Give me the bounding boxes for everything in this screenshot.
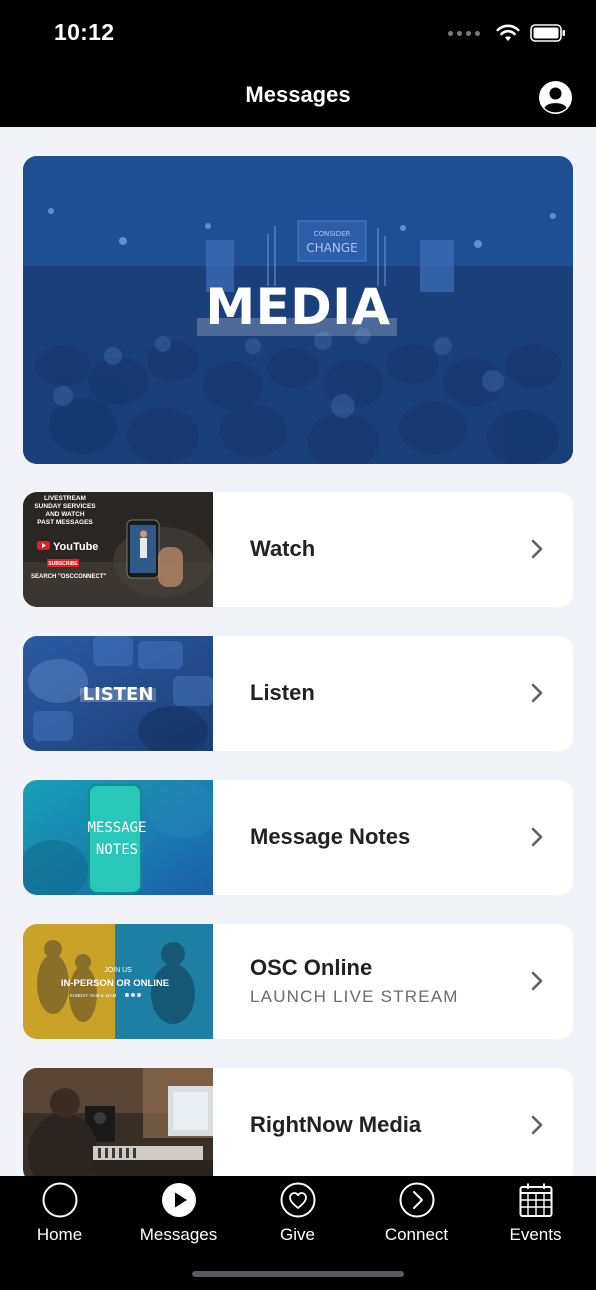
media-hero-banner[interactable]: CONSIDER CHANGE MEDIA <box>23 156 573 464</box>
chevron-right-icon <box>531 1115 543 1135</box>
tab-events[interactable]: Events <box>476 1176 595 1256</box>
chevron-right-icon <box>531 539 543 559</box>
card-subtitle: LAUNCH LIVE STREAM <box>250 987 459 1006</box>
card-title: Message Notes <box>250 824 411 849</box>
listen-thumb-text: LISTEN <box>83 684 154 705</box>
watch-thumb-search: SEARCH "OSCCONNECT" <box>31 574 107 580</box>
calendar-icon <box>519 1183 553 1217</box>
watch-thumbnail: LIVESTREAM SUNDAY SERVICES AND WATCH PAS… <box>23 492 213 607</box>
tab-connect[interactable]: Connect <box>357 1176 476 1256</box>
card-listen[interactable]: LISTEN Listen <box>23 636 573 751</box>
content-scroll[interactable]: CONSIDER CHANGE MEDIA LIVESTREAM SUNDAY … <box>0 127 596 1176</box>
status-icons <box>448 20 566 46</box>
message-notes-thumbnail: MESSAGE NOTES <box>23 780 213 895</box>
battery-icon <box>530 24 565 42</box>
tab-home[interactable]: Home <box>0 1176 119 1256</box>
status-time: 10:12 <box>54 19 115 45</box>
card-title: RightNow Media <box>250 1112 422 1137</box>
chevron-circle-icon <box>399 1182 435 1218</box>
notes-thumb-line2: NOTES <box>96 842 138 858</box>
tab-label: Connect <box>384 1225 449 1244</box>
tab-messages[interactable]: Messages <box>119 1176 238 1256</box>
wifi-icon <box>496 24 520 41</box>
tab-label: Home <box>36 1225 83 1244</box>
card-title: Watch <box>250 536 316 561</box>
chevron-right-icon <box>531 971 543 991</box>
card-rightnow-media[interactable]: RightNow Media <box>23 1068 573 1176</box>
home-indicator[interactable] <box>192 1271 404 1277</box>
watch-thumb-line3: AND WATCH <box>45 511 85 518</box>
page-title: Messages <box>245 82 351 107</box>
tab-give[interactable]: Give <box>238 1176 357 1256</box>
card-message-notes[interactable]: MESSAGE NOTES Message Notes <box>23 780 573 895</box>
signal-icon <box>448 30 480 36</box>
chevron-right-icon <box>531 827 543 847</box>
youtube-wordmark: YouTube <box>53 541 98 553</box>
watch-thumb-line2: SUNDAY SERVICES <box>34 503 96 510</box>
osc-thumb-line2: IN-PERSON OR ONLINE <box>61 978 169 989</box>
tab-label: Events <box>509 1225 562 1244</box>
card-title: OSC Online <box>250 955 373 980</box>
osc-thumb-line1: JOIN US <box>104 967 132 974</box>
stage-screen-line1: CONSIDER <box>314 230 351 238</box>
subscribe-badge: SUBSCRIBE <box>48 561 78 567</box>
tab-label: Give <box>280 1225 315 1244</box>
home-circle-icon <box>42 1182 78 1218</box>
osc-online-thumbnail: JOIN US IN-PERSON OR ONLINE SUNDAY: 9AM … <box>23 924 213 1039</box>
rightnow-media-thumbnail <box>23 1068 213 1176</box>
card-osc-online[interactable]: JOIN US IN-PERSON OR ONLINE SUNDAY: 9AM … <box>23 924 573 1039</box>
notes-thumb-line1: MESSAGE <box>87 820 146 836</box>
hero-title: MEDIA <box>205 278 391 336</box>
watch-thumb-line1: LIVESTREAM <box>44 495 86 502</box>
watch-thumb-line4: PAST MESSAGES <box>37 519 93 526</box>
chevron-right-icon <box>531 683 543 703</box>
card-watch[interactable]: LIVESTREAM SUNDAY SERVICES AND WATCH PAS… <box>23 492 573 607</box>
top-header: 10:12 Messages <box>0 0 596 127</box>
tab-label: Messages <box>139 1225 218 1244</box>
profile-icon[interactable] <box>539 81 572 114</box>
play-circle-icon <box>162 1183 196 1217</box>
stage-screen-line2: CHANGE <box>306 241 357 255</box>
listen-thumbnail: LISTEN <box>23 636 213 751</box>
card-title: Listen <box>250 680 315 705</box>
osc-thumb-line3: SUNDAY: 9AM & 11AM <box>70 993 117 998</box>
heart-circle-icon <box>280 1182 316 1218</box>
